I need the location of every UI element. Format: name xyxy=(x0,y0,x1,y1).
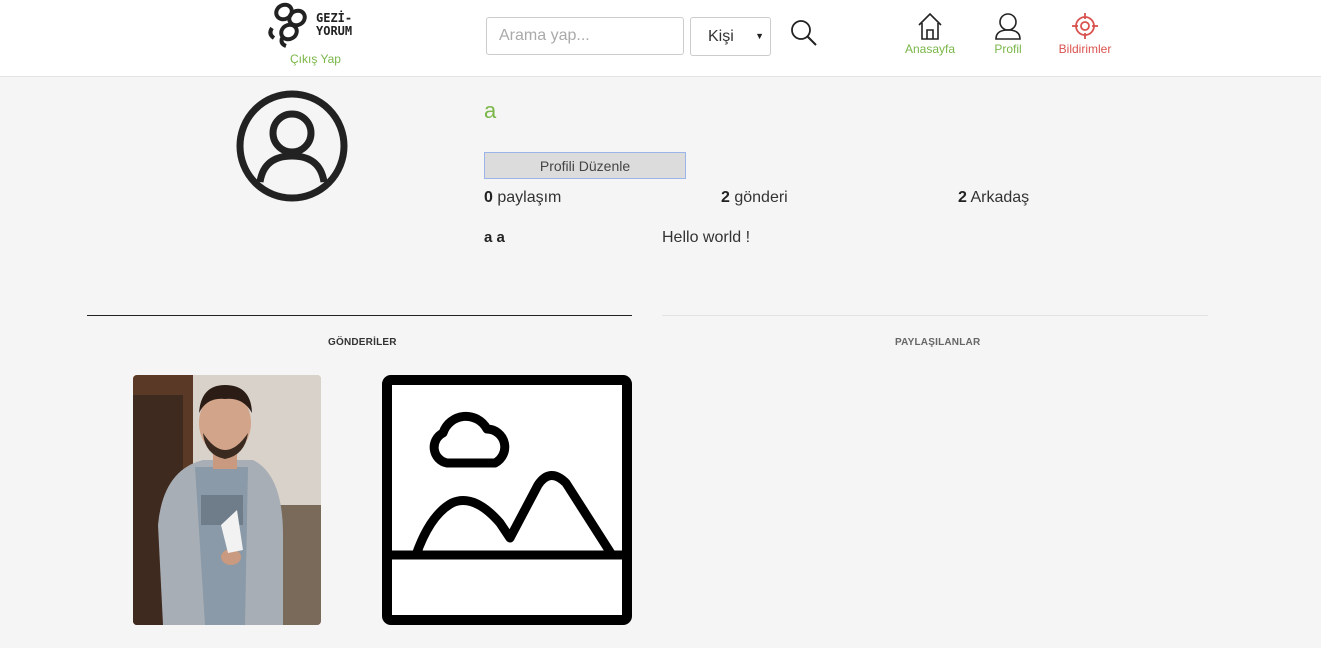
search-input[interactable] xyxy=(486,17,684,55)
logo-text-line2: YORUM xyxy=(316,24,353,38)
stat-shares: 0 paylaşım xyxy=(484,189,561,207)
search-type-value: Kişi xyxy=(708,27,734,45)
nav-home-label: Anasayfa xyxy=(904,42,956,56)
person-photo xyxy=(133,375,321,625)
nav-notifications-label: Bildirimler xyxy=(1058,42,1112,56)
search-type-select[interactable]: Kişi ▼ xyxy=(690,17,771,56)
profile-username: a xyxy=(484,98,497,123)
tab-posts[interactable]: GÖNDERİLER xyxy=(328,337,397,348)
image-placeholder-icon xyxy=(382,375,632,625)
target-icon xyxy=(1072,13,1098,39)
stat-friends-label: Arkadaş xyxy=(970,189,1030,206)
tab-posts-underline xyxy=(87,315,632,316)
avatar-icon xyxy=(236,90,348,202)
logout-link[interactable]: Çıkış Yap xyxy=(290,52,341,66)
user-icon xyxy=(995,13,1021,40)
stat-shares-count: 0 xyxy=(484,189,493,206)
logo-text: GEZİ- YORUM xyxy=(316,12,352,38)
nav-profile-label: Profil xyxy=(994,42,1022,56)
post-image-placeholder[interactable] xyxy=(382,375,632,625)
stat-shares-label: paylaşım xyxy=(497,189,562,206)
search-icon[interactable] xyxy=(789,19,819,47)
stat-posts-label: gönderi xyxy=(734,189,788,206)
profile-full-name: a a xyxy=(484,229,505,246)
tab-shared-underline xyxy=(662,315,1208,316)
nav-home[interactable]: Anasayfa xyxy=(900,12,960,56)
logo-mark-icon xyxy=(268,2,307,48)
nav-profile[interactable]: Profil xyxy=(985,12,1031,56)
post-photo-thumbnail[interactable] xyxy=(133,375,321,625)
stat-posts-count: 2 xyxy=(721,189,730,206)
top-navbar: GEZİ- YORUM Çıkış Yap Kişi ▼ Anasayfa Pr… xyxy=(0,0,1321,77)
stat-friends-count: 2 xyxy=(958,189,967,206)
edit-profile-button[interactable]: Profili Düzenle xyxy=(484,152,686,179)
dropdown-arrow-icon: ▼ xyxy=(755,31,764,41)
stat-friends[interactable]: 2 Arkadaş xyxy=(958,189,1029,207)
tab-shared[interactable]: PAYLAŞILANLAR xyxy=(895,337,980,348)
home-icon xyxy=(918,12,942,40)
profile-bio: Hello world ! xyxy=(662,229,751,246)
stat-posts: 2 gönderi xyxy=(721,189,788,207)
nav-notifications[interactable]: Bildirimler xyxy=(1052,12,1118,56)
